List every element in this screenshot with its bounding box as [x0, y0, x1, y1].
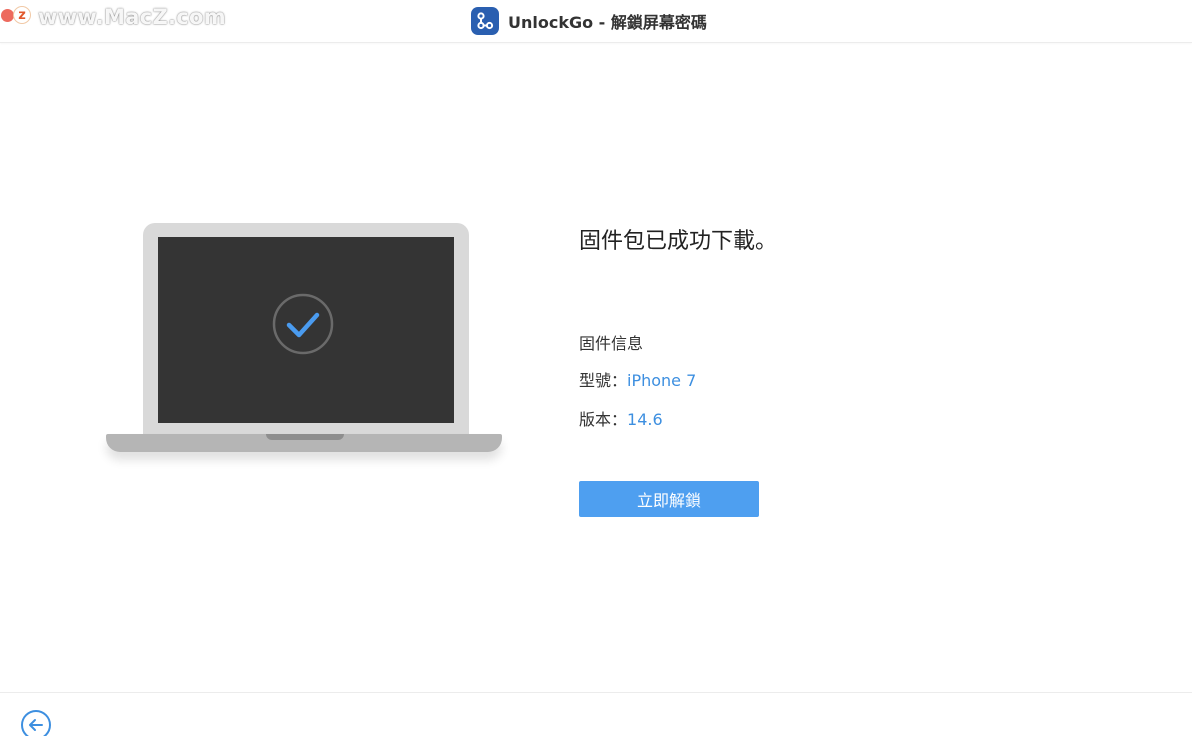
firmware-info-title: 固件信息: [579, 334, 644, 353]
title-bar: z www.MacZ.com UnlockGo - 解鎖屏幕密碼: [0, 0, 1192, 43]
back-button[interactable]: [20, 709, 52, 736]
watermark-logo-icon: z: [13, 6, 31, 24]
laptop-base: [106, 434, 502, 452]
window-title-group: UnlockGo - 解鎖屏幕密碼: [471, 7, 707, 35]
laptop-lid: [143, 223, 469, 435]
laptop-illustration: [106, 223, 502, 463]
version-label: 版本：: [579, 410, 628, 429]
model-label: 型號：: [579, 371, 628, 390]
laptop-screen: [158, 237, 454, 423]
model-value: iPhone 7: [627, 371, 697, 390]
window-title: UnlockGo - 解鎖屏幕密碼: [508, 13, 707, 32]
watermark-text: www.MacZ.com: [38, 5, 226, 29]
firmware-model-row: 型號：iPhone 7: [579, 367, 696, 391]
firmware-version-row: 版本：14.6: [579, 406, 663, 430]
footer-divider: [0, 692, 1192, 693]
check-circle-icon: [272, 293, 334, 355]
laptop-notch: [266, 434, 344, 440]
app-window: z www.MacZ.com UnlockGo - 解鎖屏幕密碼 固件包已成功下…: [0, 0, 1192, 736]
arrow-left-circle-icon: [21, 710, 51, 736]
version-value: 14.6: [627, 410, 663, 429]
download-success-headline: 固件包已成功下載。: [579, 229, 778, 254]
unlockgo-app-icon: [471, 7, 499, 35]
unlock-now-button[interactable]: 立即解鎖: [579, 481, 759, 517]
